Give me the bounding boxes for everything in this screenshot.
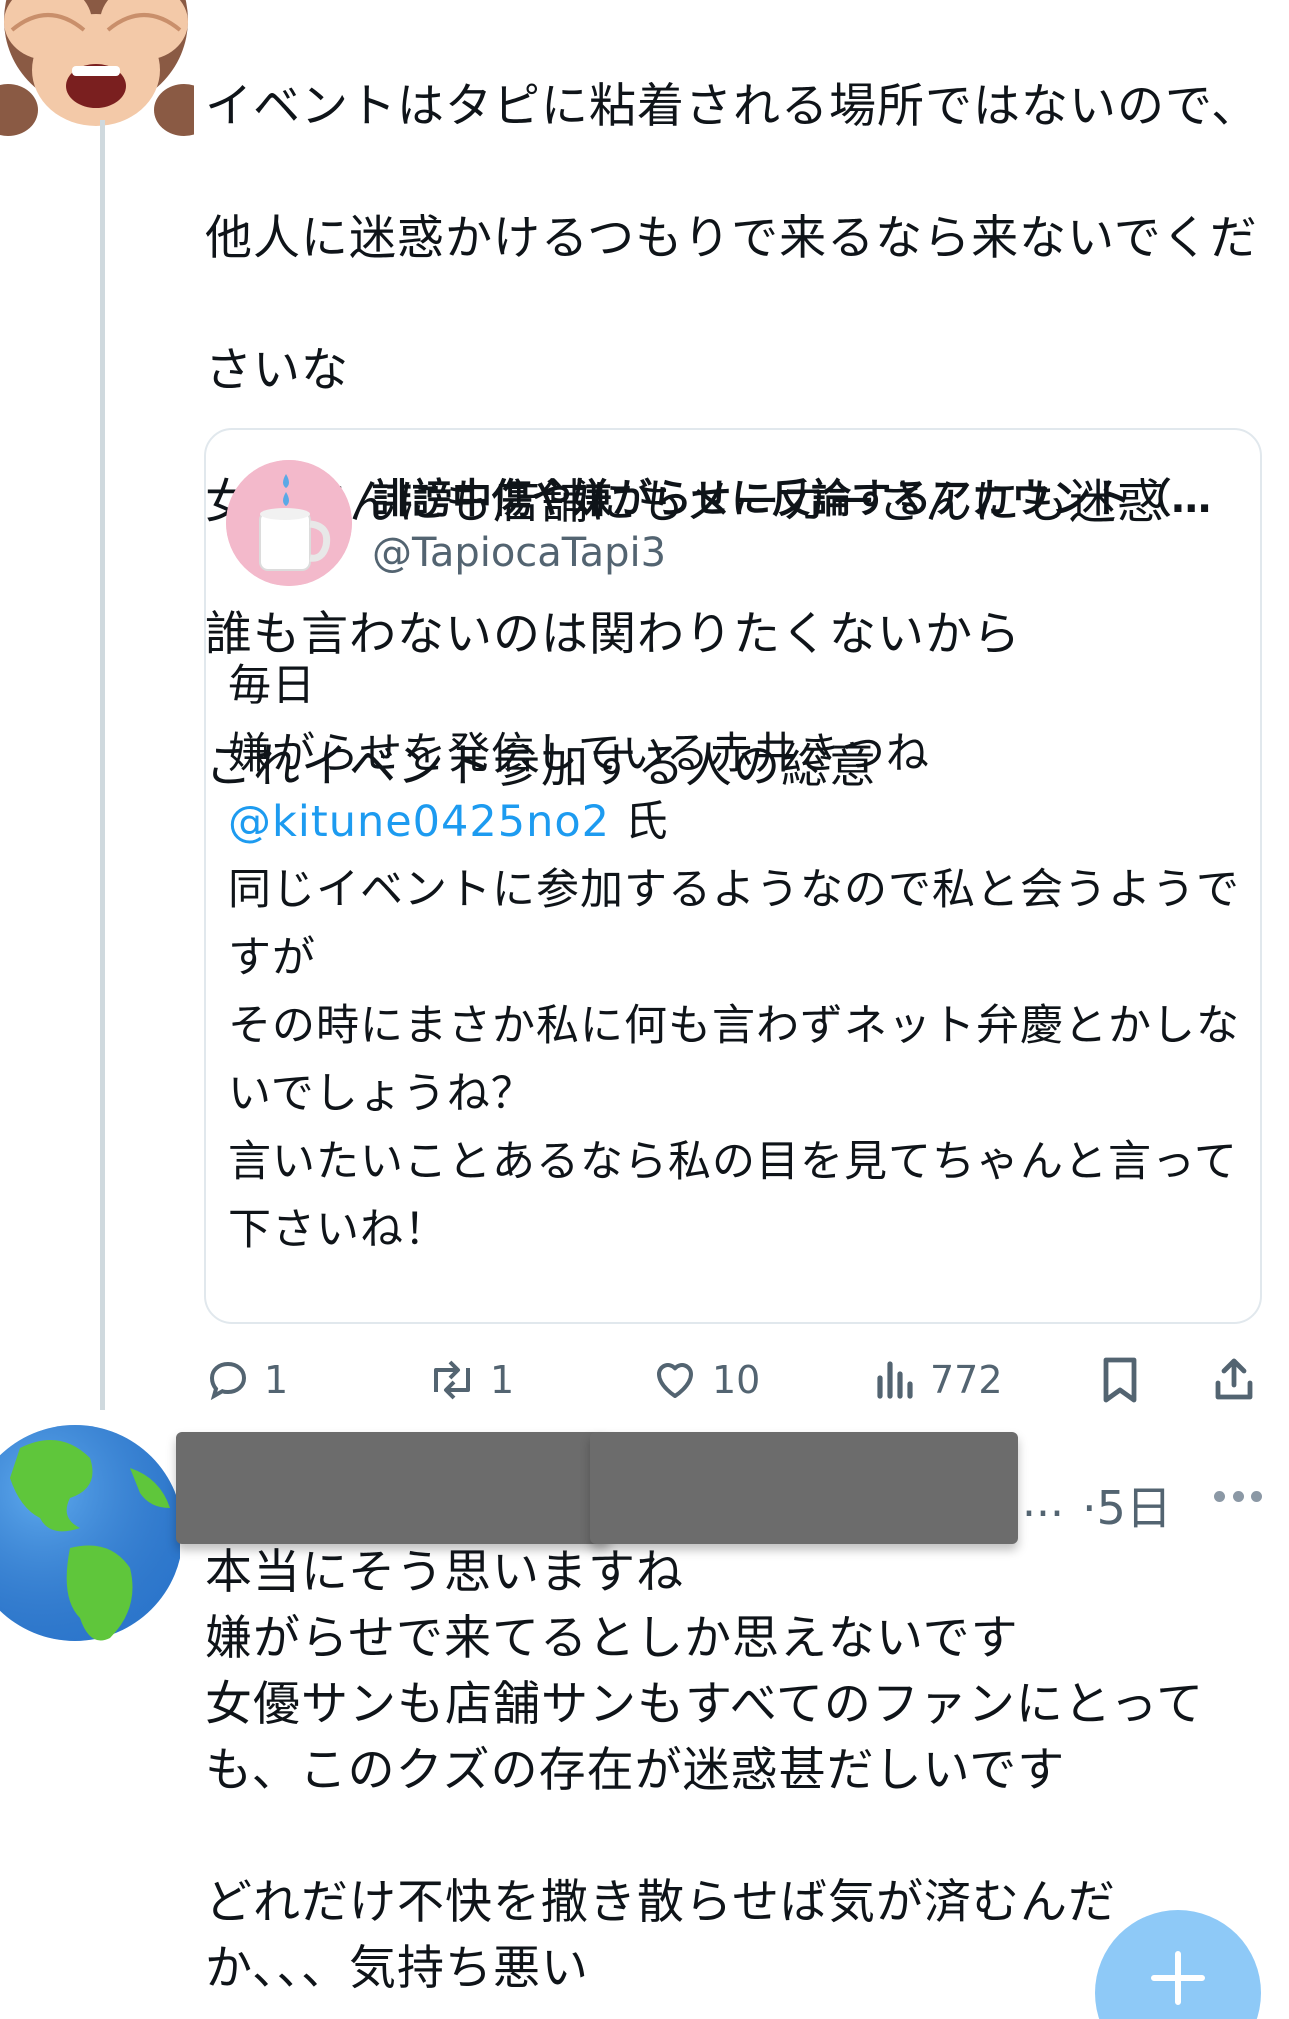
views-icon: [877, 1361, 913, 1399]
quoted-tweet-text: 毎日 嫌がらせを発信している赤井きつね @kitune0425no2 氏 同じイ…: [228, 652, 1248, 1264]
tweet-action-bar: 1 1 10 772: [0, 1350, 1289, 1410]
quote-mention-line: @kitune0425no2 氏: [228, 788, 1248, 856]
quote-line: その時にまさか私に何も言わずネット弁慶とかしな: [228, 1001, 1240, 1051]
reply-author-truncation: ...: [1022, 1476, 1064, 1527]
reply-count: 1: [264, 1358, 289, 1402]
retweet-count: 1: [490, 1358, 515, 1402]
quoted-author-avatar: [226, 460, 352, 586]
more-dot-icon: [1232, 1490, 1244, 1502]
thread-connector-line: [100, 120, 105, 1410]
globe-icon: [0, 1425, 183, 1641]
tweet-line: 他人に迷惑かけるつもりで来るなら来ないでくだ: [205, 211, 1258, 266]
more-dot-icon: [1251, 1490, 1262, 1502]
quote-line: 言いたいことあるなら私の目を見てちゃんと言って: [228, 1137, 1238, 1187]
reply-line: も、このクズの存在が迷惑甚だしいです: [205, 1743, 1066, 1798]
reply-line: 女優サンも店舗サンもすべてのファンにとって: [205, 1677, 1205, 1732]
quote-line: すが: [228, 933, 316, 983]
share-button[interactable]: [1210, 1350, 1258, 1410]
views-button[interactable]: 772: [874, 1350, 1003, 1410]
plus-icon: [1151, 1951, 1205, 2005]
cup-icon: [226, 460, 352, 586]
mention-link[interactable]: @kitune0425no2: [228, 797, 610, 847]
quote-line: いでしょうね？: [228, 1069, 535, 1119]
bookmark-button[interactable]: [1098, 1350, 1142, 1410]
reply-line: 嫌がらせで来てるとしか思えないです: [205, 1611, 1019, 1666]
quoted-tweet-card[interactable]: 誹謗中傷や嫌がらせに反論するアカウント（月... @TapiocaTapi3 毎…: [204, 428, 1262, 1324]
like-icon: [657, 1363, 693, 1398]
more-options-button[interactable]: [1214, 1488, 1262, 1504]
reply-line: [205, 1804, 1265, 1870]
reply-author-avatar[interactable]: [0, 1408, 183, 1678]
reply-icon: [209, 1361, 247, 1401]
mention-suffix: 氏: [610, 797, 669, 847]
like-count: 10: [712, 1358, 761, 1402]
quote-line: 毎日: [228, 661, 316, 711]
redaction-box: [590, 1432, 1018, 1544]
quote-line: 同じイベントに参加するようなので私と会うようで: [228, 865, 1240, 915]
reply-line: 本当にそう思いますね: [205, 1545, 685, 1600]
retweet-button[interactable]: 1: [426, 1350, 514, 1410]
more-dot-icon: [1214, 1490, 1225, 1502]
reply-button[interactable]: 1: [204, 1350, 288, 1410]
tweet-line: さいな: [205, 343, 349, 398]
reply-tweet-text: 本当にそう思いますね 嫌がらせで来てるとしか思えないです 女優サンも店舗サンもす…: [205, 1540, 1265, 2002]
reply-timestamp[interactable]: ·5日: [1082, 1472, 1172, 1538]
like-button[interactable]: 10: [650, 1350, 760, 1410]
redaction-box: [176, 1432, 610, 1544]
quote-line: 下さいね！: [228, 1205, 448, 1255]
quoted-author-handle[interactable]: @TapiocaTapi3: [372, 526, 666, 580]
see-no-evil-monkey-icon: [0, 0, 194, 136]
share-icon: [1215, 1358, 1253, 1400]
views-count: 772: [930, 1358, 1003, 1402]
bookmark-icon: [1103, 1357, 1137, 1403]
retweet-icon: [434, 1360, 470, 1400]
quoted-author-name[interactable]: 誹謗中傷や嫌がらせに反論するアカウント（月...: [372, 472, 1242, 526]
tweet-line: イベントはタピに粘着される場所ではないので、: [205, 79, 1260, 134]
quote-line: 嫌がらせを発信している赤井きつね: [228, 729, 930, 779]
reply-line: どれだけ不快を撒き散らせば気が済むんだ: [205, 1875, 1117, 1930]
author-avatar[interactable]: [0, 0, 194, 136]
